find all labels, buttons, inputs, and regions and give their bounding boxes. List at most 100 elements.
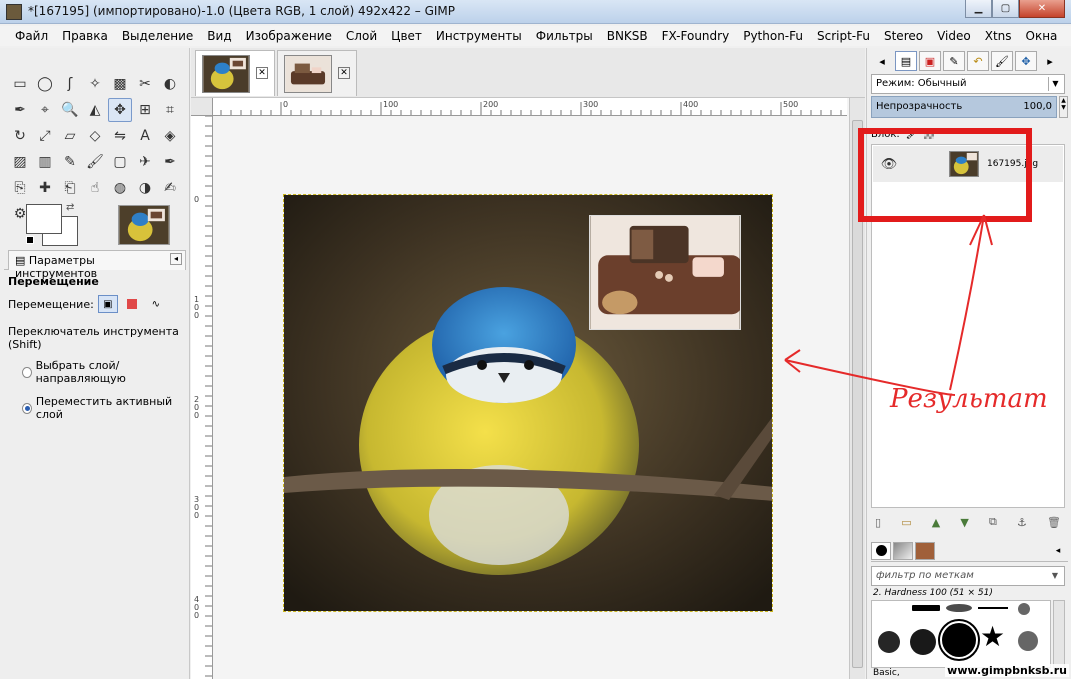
raise-layer-icon[interactable]: ▲: [932, 516, 940, 529]
tab-undo[interactable]: ↶: [967, 51, 989, 71]
clone-tool-icon[interactable]: ⎘: [8, 176, 32, 200]
lower-layer-icon[interactable]: ▼: [960, 516, 968, 529]
fuzzy-select-tool-icon[interactable]: ✧: [83, 72, 107, 96]
duplicate-layer-icon[interactable]: ⧉: [989, 515, 997, 529]
dock-next-icon[interactable]: ▸: [1039, 51, 1061, 71]
new-layer-icon[interactable]: ▯: [875, 516, 881, 529]
menu-item[interactable]: Script-Fu: [810, 29, 877, 43]
airbrush-tool-icon[interactable]: ✈: [133, 150, 157, 174]
radio-move-active-row[interactable]: Переместить активный слой: [4, 393, 186, 423]
menu-item[interactable]: Xtns: [978, 29, 1019, 43]
paths-tool-icon[interactable]: ✒: [8, 98, 32, 122]
paintbrush-tool-icon[interactable]: 🖌: [83, 150, 107, 174]
blend-tool-icon[interactable]: ▥: [33, 150, 57, 174]
brush-preview[interactable]: [978, 607, 1008, 609]
brush-menu-icon[interactable]: ◂: [1048, 542, 1068, 560]
menu-item[interactable]: Video: [930, 29, 978, 43]
menu-item[interactable]: BNKSB: [600, 29, 655, 43]
smudge-tool-icon[interactable]: ☝: [83, 176, 107, 200]
color-select-tool-icon[interactable]: ▩: [108, 72, 132, 96]
menu-item[interactable]: Окна: [1019, 29, 1065, 43]
align-tool-icon[interactable]: ⊞: [133, 98, 157, 122]
menu-item[interactable]: Слой: [339, 29, 384, 43]
rotate-tool-icon[interactable]: ↻: [8, 124, 32, 148]
active-image-thumbnail[interactable]: [118, 205, 170, 245]
brush-preview[interactable]: [912, 605, 940, 611]
close-button[interactable]: ✕: [1019, 0, 1065, 18]
menu-item[interactable]: Цвет: [384, 29, 429, 43]
brush-preview[interactable]: [946, 604, 972, 612]
tab-move[interactable]: ✥: [1015, 51, 1037, 71]
measure-tool-icon[interactable]: ◭: [83, 98, 107, 122]
menu-item[interactable]: Файл: [8, 29, 55, 43]
free-select-tool-icon[interactable]: ʃ: [58, 72, 82, 96]
pencil-tool-icon[interactable]: ✎: [58, 150, 82, 174]
ink-tool-icon[interactable]: ✒: [158, 150, 182, 174]
menu-item[interactable]: FX-Foundry: [655, 29, 737, 43]
tab-brush[interactable]: 🖌: [991, 51, 1013, 71]
image-canvas[interactable]: [283, 194, 773, 612]
move-path-icon[interactable]: ∿: [146, 295, 166, 313]
close-tab-icon[interactable]: ✕: [256, 67, 268, 79]
mypaint-tool-icon[interactable]: ✍: [158, 176, 182, 200]
chevron-down-icon[interactable]: ▼: [1048, 77, 1062, 91]
bucket-fill-tool-icon[interactable]: ▨: [8, 150, 32, 174]
menu-item[interactable]: Инструменты: [429, 29, 529, 43]
reset-colors-icon[interactable]: [26, 236, 34, 244]
minimize-button[interactable]: ▁: [965, 0, 992, 18]
menu-item[interactable]: Фильтры: [529, 29, 600, 43]
foreground-color[interactable]: [26, 204, 62, 234]
opacity-slider[interactable]: Непрозрачность 100,0: [871, 96, 1057, 118]
swap-colors-icon[interactable]: ⇄: [66, 202, 74, 213]
anchor-layer-icon[interactable]: ⚓: [1017, 516, 1027, 529]
text-tool-icon[interactable]: A: [133, 124, 157, 148]
tab-layers[interactable]: ▤: [895, 51, 917, 71]
menu-item[interactable]: Выделение: [115, 29, 200, 43]
maximize-button[interactable]: ▢: [992, 0, 1019, 18]
move-selection-icon[interactable]: [122, 295, 142, 313]
brush-preview-selected[interactable]: [938, 619, 980, 661]
image-tab-bird[interactable]: ✕: [195, 50, 275, 96]
ruler-horizontal[interactable]: 0 100 200 300 400 500: [213, 98, 847, 116]
perspective-tool-icon[interactable]: ◇: [83, 124, 107, 148]
shear-tool-icon[interactable]: ▱: [58, 124, 82, 148]
tab-patterns[interactable]: [893, 541, 913, 560]
move-layer-icon[interactable]: ▣: [97, 295, 118, 313]
menu-item[interactable]: Справка: [1064, 29, 1071, 43]
radio-pick-layer[interactable]: [22, 366, 32, 378]
menu-item[interactable]: Изображение: [239, 29, 339, 43]
menu-item[interactable]: Python-Fu: [736, 29, 810, 43]
scissors-select-tool-icon[interactable]: ✂: [133, 72, 157, 96]
ellipse-select-tool-icon[interactable]: ◯: [33, 72, 57, 96]
brush-grid[interactable]: ★: [871, 600, 1051, 668]
tag-filter-input[interactable]: фильтр по меткам ▼: [871, 566, 1065, 586]
delete-layer-icon[interactable]: 🗑: [1047, 516, 1061, 529]
close-tab-icon[interactable]: ✕: [338, 67, 350, 79]
brush-preview[interactable]: [910, 629, 936, 655]
tab-brushes[interactable]: [871, 541, 891, 560]
menu-item[interactable]: Stereo: [877, 29, 930, 43]
heal-tool-icon[interactable]: ✚: [33, 176, 57, 200]
brush-preview[interactable]: [878, 631, 900, 653]
tab-menu-icon[interactable]: ◂: [170, 253, 182, 265]
chevron-down-icon[interactable]: ▼: [1048, 569, 1062, 583]
ruler-vertical[interactable]: 0 1 0 0 2 0 0 3 0 0 4 0 0: [191, 116, 213, 679]
image-tab-bread[interactable]: ✕: [277, 50, 357, 96]
star-brush-icon[interactable]: ★: [980, 623, 1005, 651]
brush-preview[interactable]: [1018, 631, 1038, 651]
eraser-tool-icon[interactable]: ▢: [108, 150, 132, 174]
dock-menu-icon[interactable]: ◂: [871, 51, 893, 71]
brush-preview[interactable]: [1018, 603, 1030, 615]
blur-tool-icon[interactable]: ◍: [108, 176, 132, 200]
menu-item[interactable]: Правка: [55, 29, 115, 43]
move-tool-icon[interactable]: ✥: [108, 98, 132, 122]
crop-tool-icon[interactable]: ⌗: [158, 98, 182, 122]
foreground-select-tool-icon[interactable]: ◐: [158, 72, 182, 96]
opacity-spinner[interactable]: ▲ ▼: [1059, 96, 1068, 118]
tab-paths[interactable]: ✎: [943, 51, 965, 71]
rect-select-tool-icon[interactable]: ▭: [8, 72, 32, 96]
fg-bg-colors[interactable]: ⇄: [26, 202, 82, 248]
ruler-corner[interactable]: [191, 98, 213, 116]
color-picker-tool-icon[interactable]: ⌖: [33, 98, 57, 122]
new-layer-group-icon[interactable]: ▭: [901, 516, 911, 529]
